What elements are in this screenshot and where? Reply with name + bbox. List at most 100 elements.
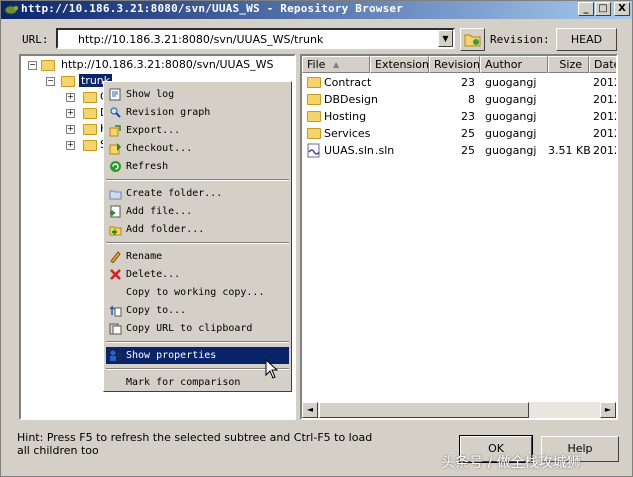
revision-head-button[interactable]: HEAD: [556, 28, 617, 51]
menu-separator: [106, 341, 289, 343]
close-button[interactable]: X: [614, 2, 630, 16]
column-header-date[interactable]: Date: [589, 56, 616, 73]
menu-separator: [106, 368, 289, 370]
menu-item-label: Copy to...: [126, 305, 187, 316]
file-author: guogangj: [485, 127, 537, 140]
menu-item-label: Show log: [126, 89, 175, 100]
file-date: 2012: [593, 93, 616, 106]
expand-icon[interactable]: +: [66, 141, 75, 150]
menu-item-refresh[interactable]: Refresh: [106, 158, 289, 175]
expand-icon[interactable]: +: [66, 93, 75, 102]
context-menu[interactable]: Show log Revision graph Export... Checkout.…: [103, 81, 292, 392]
log-icon: [109, 88, 121, 101]
file-name: Hosting: [324, 110, 367, 123]
expand-icon[interactable]: +: [66, 109, 75, 118]
folder-icon: [307, 111, 321, 122]
url-combobox[interactable]: http://10.186.3.21:8080/svn/UUAS_WS/trun…: [56, 28, 455, 49]
file-revision: 25: [461, 144, 475, 157]
copy-to-icon: [109, 305, 122, 317]
file-date: 2012: [593, 144, 616, 157]
menu-item-revision-graph[interactable]: Revision graph: [106, 104, 289, 121]
menu-item-copy-to-working-copy[interactable]: Copy to working copy...: [106, 284, 289, 301]
menu-item-show-properties[interactable]: Show properties: [106, 347, 289, 364]
tree-root-label[interactable]: http://10.186.3.21:8080/svn/UUAS_WS: [61, 58, 273, 71]
mouse-cursor-icon: [265, 359, 279, 379]
rename-icon: [110, 251, 121, 263]
menu-item-label: Show properties: [126, 350, 217, 361]
file-revision: 23: [461, 76, 475, 89]
menu-item-mark-for-comparison[interactable]: Mark for comparison: [106, 374, 289, 391]
menu-item-copy-to[interactable]: Copy to...: [106, 302, 289, 319]
collapse-icon[interactable]: −: [46, 77, 55, 86]
menu-item-label: Create folder...: [126, 188, 223, 199]
file-size: 3.51 KB: [548, 144, 591, 157]
folder-icon: [464, 34, 481, 47]
expand-icon[interactable]: +: [66, 125, 75, 134]
column-header-size[interactable]: Size: [548, 56, 589, 73]
minimize-button[interactable]: _: [578, 2, 594, 16]
menu-item-label: Copy URL to clipboard: [126, 323, 253, 334]
menu-separator: [106, 179, 289, 181]
list-item[interactable]: UUAS.sln.sln 25 guogangj 3.51 KB2012: [302, 142, 616, 159]
menu-item-checkout[interactable]: Checkout...: [106, 140, 289, 157]
menu-item-delete[interactable]: Delete...: [106, 266, 289, 283]
repo-folder-icon: [41, 60, 55, 71]
list-item[interactable]: Services 25 guogangj 2012: [302, 125, 616, 142]
horizontal-scrollbar[interactable]: ◄ ►: [302, 402, 616, 418]
file-name: Contract: [324, 76, 372, 89]
add-folder-icon: [109, 226, 122, 236]
file-date: 2012: [593, 76, 616, 89]
checkout-icon: [109, 143, 121, 155]
file-name: DBDesign: [324, 93, 378, 106]
list-item[interactable]: Contract 23 guogangj 2012: [302, 74, 616, 91]
solution-file-icon: [307, 143, 320, 158]
column-header-file[interactable]: File ▲: [302, 56, 370, 73]
list-item[interactable]: Hosting 23 guogangj 2012: [302, 108, 616, 125]
column-header-extension[interactable]: Extension: [370, 56, 429, 73]
properties-icon: [110, 350, 121, 361]
scroll-left-icon[interactable]: ◄: [302, 402, 318, 418]
column-label: File: [307, 58, 326, 71]
menu-item-create-folder[interactable]: Create folder...: [106, 185, 289, 202]
revision-label: Revision:: [490, 33, 550, 46]
folder-icon: [83, 92, 97, 103]
menu-item-rename[interactable]: Rename: [106, 248, 289, 265]
tortoise-app-icon: [4, 5, 18, 15]
menu-separator: [106, 242, 289, 244]
folder-icon: [83, 124, 97, 135]
file-date: 2012: [593, 110, 616, 123]
column-header-author[interactable]: Author: [480, 56, 548, 73]
file-author: guogangj: [485, 110, 537, 123]
file-revision: 25: [461, 127, 475, 140]
scroll-right-icon[interactable]: ►: [600, 402, 616, 418]
list-item[interactable]: DBDesign 8 guogangj 2012: [302, 91, 616, 108]
menu-item-add-file[interactable]: Add file...: [106, 203, 289, 220]
file-list[interactable]: File ▲ Extension Revision Author Size Dat…: [300, 54, 618, 420]
menu-item-copy-url-to-clipboard[interactable]: Copy URL to clipboard: [106, 320, 289, 337]
title-bar[interactable]: http://10.186.3.21:8080/svn/UUAS_WS - Re…: [1, 1, 632, 19]
scrollbar-thumb[interactable]: [319, 402, 529, 418]
menu-item-label: Checkout...: [126, 143, 193, 154]
file-date: 2012: [593, 127, 616, 140]
maximize-button[interactable]: □: [595, 2, 611, 16]
menu-item-label: Add file...: [126, 206, 193, 217]
menu-item-label: Revision graph: [126, 107, 211, 118]
collapse-icon[interactable]: −: [28, 61, 37, 70]
menu-item-label: Delete...: [126, 269, 181, 280]
menu-item-add-folder[interactable]: Add folder...: [106, 221, 289, 238]
folder-icon: [83, 108, 97, 119]
file-author: guogangj: [485, 76, 537, 89]
graph-icon: [110, 107, 121, 118]
browse-folder-button[interactable]: [460, 28, 485, 51]
menu-item-show-log[interactable]: Show log: [106, 86, 289, 103]
column-header-revision[interactable]: Revision: [429, 56, 480, 73]
file-name: Services: [324, 127, 371, 140]
file-revision: 23: [461, 110, 475, 123]
hint-text: Hint: Press F5 to refresh the selected s…: [17, 431, 373, 457]
folder-icon: [307, 77, 321, 88]
url-label: URL:: [22, 33, 49, 46]
chevron-down-icon[interactable]: ▼: [438, 30, 453, 47]
menu-item-label: Refresh: [126, 161, 169, 172]
menu-item-export[interactable]: Export...: [106, 122, 289, 139]
folder-icon: [83, 140, 97, 151]
